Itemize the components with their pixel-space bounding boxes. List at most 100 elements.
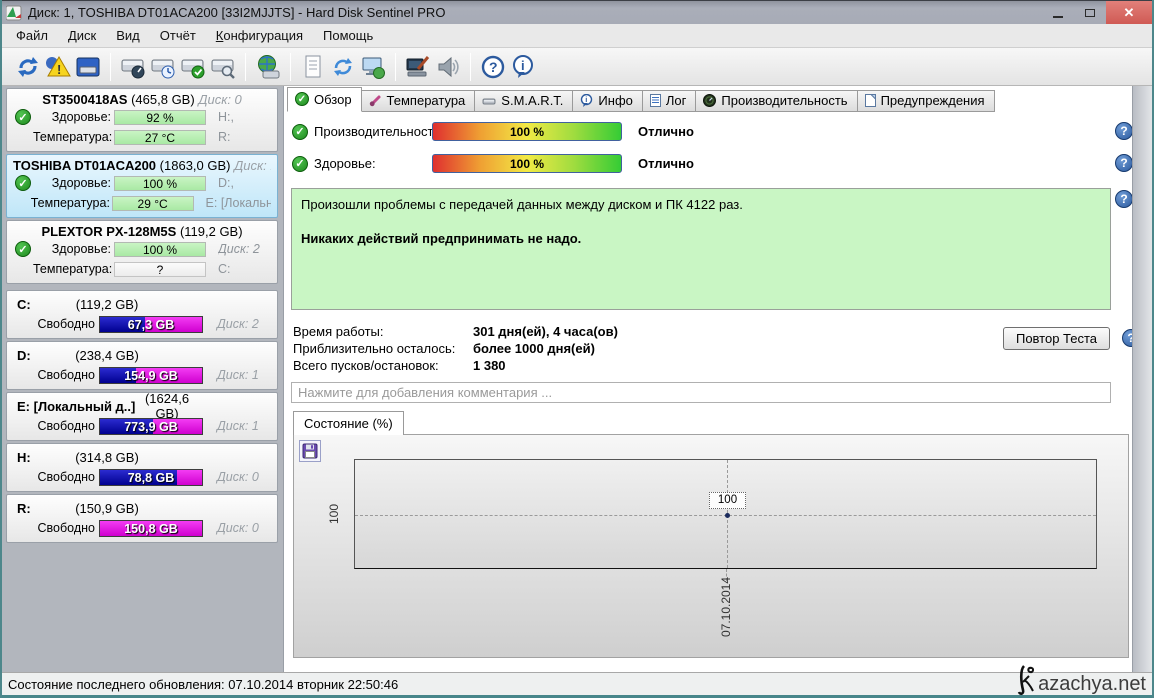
sound-button[interactable] <box>433 52 463 82</box>
disk-number: Диск: 2 <box>218 242 260 256</box>
save-chart-button[interactable] <box>299 440 321 462</box>
network-status-button[interactable] <box>358 52 388 82</box>
info-icon: i <box>510 54 536 80</box>
close-button[interactable]: ✕ <box>1106 1 1152 24</box>
temp-value: 27 °C <box>114 130 206 145</box>
x-axis-date: 07.10.2014 <box>719 572 733 642</box>
performance-row: ✓ Производительность: 100 % Отлично <box>292 122 694 141</box>
disk-performance-button[interactable] <box>118 52 148 82</box>
free-label: Свободно <box>13 368 95 382</box>
partition-card-c[interactable]: C:(119,2 GB) Свободно 67,3 GB Диск: 2 <box>6 290 278 339</box>
hardware-test-button[interactable] <box>403 52 433 82</box>
health-label: Здоровье: <box>314 156 432 171</box>
tab-log[interactable]: Лог <box>643 90 697 112</box>
refresh-button[interactable] <box>13 52 43 82</box>
tab-bar: ✓Обзор Температура S.M.A.R.T. i Инфо Лог… <box>287 87 995 112</box>
performance-bar: 100 % <box>432 122 622 141</box>
disk-analyse-button[interactable] <box>208 52 238 82</box>
help-icon: ? <box>480 54 506 80</box>
alert-icon: ! <box>45 54 71 80</box>
partition-size: (238,4 GB) <box>13 348 201 363</box>
stat-value: более 1000 дня(ей) <box>473 341 595 356</box>
tab-smart[interactable]: S.M.A.R.T. <box>475 90 573 112</box>
title-bar: Диск: 1, TOSHIBA DT01ACA200 [33I2MJJTS] … <box>2 0 1152 24</box>
disk-details-button[interactable] <box>73 52 103 82</box>
minimize-icon <box>1053 16 1063 18</box>
main-panel: ✓Обзор Температура S.M.A.R.T. i Инфо Лог… <box>283 86 1134 672</box>
svg-text:!: ! <box>57 62 61 77</box>
free-value: 78,8 GB <box>100 470 202 486</box>
menu-file[interactable]: Файл <box>6 25 58 46</box>
maximize-icon <box>1085 9 1095 17</box>
info-button[interactable]: i <box>508 52 538 82</box>
ok-icon: ✓ <box>292 156 308 172</box>
check-icon: ✓ <box>295 92 309 106</box>
network-disk-icon <box>255 54 281 80</box>
watermark: azachya.net <box>1016 662 1146 696</box>
toolbar-separator <box>110 53 111 81</box>
disk-gauge-icon <box>120 54 146 80</box>
svg-text:i: i <box>586 95 588 104</box>
disk-card-st3500418as[interactable]: ST3500418AS (465,8 GB) Диск: 0 ✓ Здоровь… <box>6 88 278 152</box>
tab-alerts[interactable]: Предупреждения <box>858 90 995 112</box>
temp-label: Температура: <box>33 130 111 144</box>
partition-letter: E: [Локальный д..] <box>13 399 135 414</box>
drive-letters: E: [Локальнь <box>206 196 271 210</box>
disk-clock-icon <box>150 54 176 80</box>
free-label: Свободно <box>13 521 95 535</box>
tab-info[interactable]: i Инфо <box>573 90 642 112</box>
health-value: 100 % <box>114 242 206 257</box>
svg-text:?: ? <box>489 59 498 75</box>
partition-card-e[interactable]: E: [Локальный д..](1624,6 GB) Свободно 7… <box>6 392 278 441</box>
stat-label: Время работы: <box>293 324 473 339</box>
retest-button[interactable]: Повтор Теста <box>1003 327 1110 350</box>
disk-name: ST3500418AS <box>42 92 127 107</box>
watermark-k-icon <box>1016 662 1040 696</box>
disk-check-icon <box>180 54 206 80</box>
partition-card-r[interactable]: R:(150,9 GB) Свободно 150,8 GB Диск: 0 <box>6 494 278 543</box>
sync-button[interactable] <box>328 52 358 82</box>
detect-disks-button[interactable]: ! <box>43 52 73 82</box>
help-icon[interactable]: ? <box>1115 154 1133 172</box>
tab-performance[interactable]: Производительность <box>696 90 857 112</box>
health-label: Здоровье: <box>33 242 111 256</box>
tab-temperature[interactable]: Температура <box>362 90 476 112</box>
hardware-test-icon <box>405 54 431 80</box>
menu-report[interactable]: Отчёт <box>150 25 206 46</box>
help-icon[interactable]: ? <box>1115 190 1133 208</box>
network-disks-button[interactable] <box>253 52 283 82</box>
report-button[interactable] <box>298 52 328 82</box>
help-icon[interactable]: ? <box>1115 122 1133 140</box>
partition-card-h[interactable]: H:(314,8 GB) Свободно 78,8 GB Диск: 0 <box>6 443 278 492</box>
tab-overview[interactable]: ✓Обзор <box>287 87 362 112</box>
workspace: ST3500418AS (465,8 GB) Диск: 0 ✓ Здоровь… <box>2 86 1152 672</box>
toolbar: ! <box>2 48 1152 86</box>
window-title: Диск: 1, TOSHIBA DT01ACA200 [33I2MJJTS] … <box>28 5 445 20</box>
disk-size: (465,8 GB) <box>131 92 195 107</box>
menu-disk[interactable]: Диск <box>58 25 106 46</box>
minimize-button[interactable] <box>1042 1 1074 24</box>
disk-schedule-button[interactable] <box>148 52 178 82</box>
menu-configuration[interactable]: Конфигурация <box>206 25 313 46</box>
right-gutter <box>1132 86 1152 672</box>
menu-view[interactable]: Вид <box>106 25 150 46</box>
menu-help[interactable]: Помощь <box>313 25 383 46</box>
stat-row: Всего пусков/остановок: 1 380 <box>293 357 506 374</box>
sync-icon <box>330 54 356 80</box>
free-space-bar: 773,9 GB <box>99 418 203 435</box>
health-row: ✓ Здоровье: 100 % Отлично <box>292 154 694 173</box>
disk-card-plextor[interactable]: PLEXTOR PX-128M5S (119,2 GB) ✓ Здоровье:… <box>6 220 278 284</box>
help-button[interactable]: ? <box>478 52 508 82</box>
disk-card-toshiba-selected[interactable]: TOSHIBA DT01ACA200 (1863,0 GB) Диск: 1 ✓… <box>6 154 278 218</box>
temp-value: 29 °C <box>112 196 194 211</box>
partition-card-d[interactable]: D:(238,4 GB) Свободно 154,9 GB Диск: 1 <box>6 341 278 390</box>
maximize-button[interactable] <box>1074 1 1106 24</box>
chart-tab-state[interactable]: Состояние (%) <box>293 411 404 435</box>
comment-input[interactable] <box>291 382 1111 403</box>
disk-test-button[interactable] <box>178 52 208 82</box>
stat-row: Время работы: 301 дня(ей), 4 часа(ов) <box>293 323 618 340</box>
health-label: Здоровье: <box>33 176 111 190</box>
performance-status: Отлично <box>638 124 694 139</box>
temp-label: Температура: <box>33 262 111 276</box>
status-bar: Состояние последнего обновления: 07.10.2… <box>2 672 1152 695</box>
